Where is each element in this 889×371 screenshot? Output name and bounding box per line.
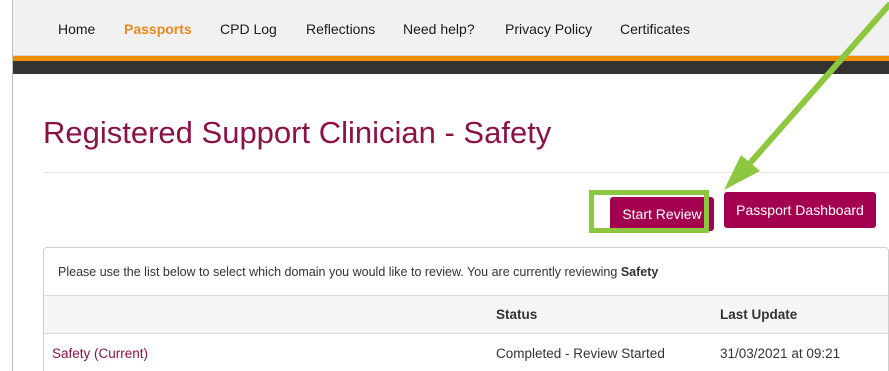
domain-intro: Please use the list below to select whic… (44, 248, 888, 296)
passport-dashboard-button[interactable]: Passport Dashboard (724, 192, 876, 228)
nav-passports[interactable]: Passports (124, 21, 192, 37)
table-row: Safety (Current) Completed - Review Star… (44, 334, 888, 371)
domain-panel: Please use the list below to select whic… (43, 247, 889, 371)
start-review-highlight (589, 190, 709, 233)
dark-bar (13, 61, 889, 74)
table-header: Status Last Update (44, 296, 888, 334)
current-domain: Safety (620, 265, 659, 279)
nav-home[interactable]: Home (58, 21, 95, 37)
top-navigation: Home Passports CPD Log Reflections Need … (13, 0, 889, 56)
app-frame: Home Passports CPD Log Reflections Need … (12, 0, 889, 371)
nav-cpd-log[interactable]: CPD Log (220, 21, 277, 37)
nav-need-help[interactable]: Need help? (403, 21, 475, 37)
intro-text: Please use the list below to select whic… (58, 265, 621, 279)
nav-reflections[interactable]: Reflections (306, 21, 375, 37)
row-last-update: 31/03/2021 at 09:21 (720, 346, 841, 361)
nav-privacy-policy[interactable]: Privacy Policy (505, 21, 592, 37)
column-header-last-update: Last Update (720, 307, 798, 322)
page-title: Registered Support Clinician - Safety (43, 115, 552, 150)
title-divider (43, 172, 889, 173)
row-status: Completed - Review Started (496, 346, 665, 361)
column-header-status: Status (496, 307, 538, 322)
nav-certificates[interactable]: Certificates (620, 21, 690, 37)
domain-link[interactable]: Safety (Current) (52, 346, 148, 362)
